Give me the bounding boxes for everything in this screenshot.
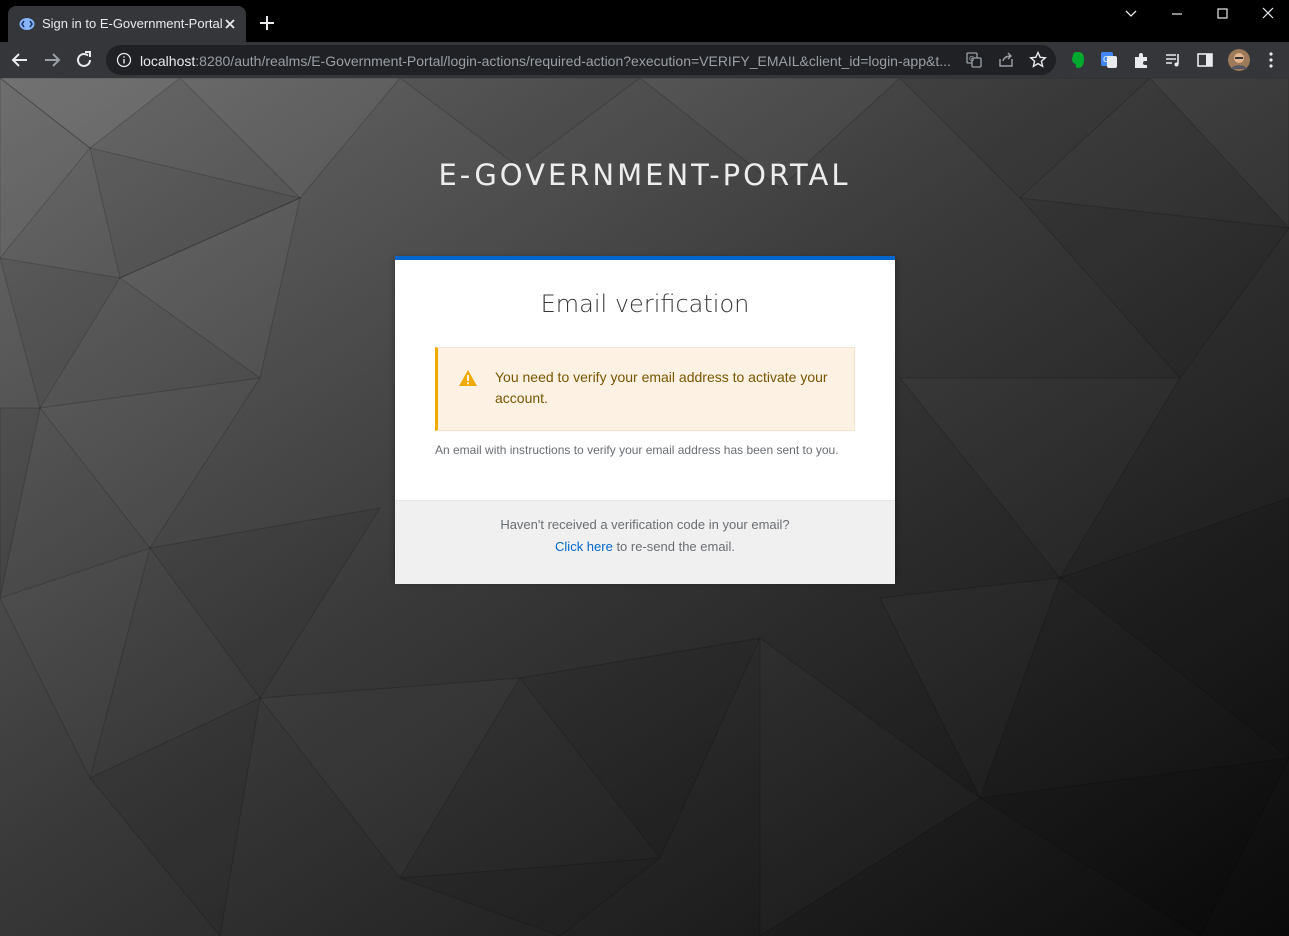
share-icon[interactable]: [996, 50, 1016, 70]
puzzle-extensions-icon[interactable]: [1131, 50, 1151, 70]
instruction-text: An email with instructions to verify you…: [435, 443, 839, 457]
resend-suffix: to re-send the email.: [612, 539, 735, 554]
login-card: Email verification You need to verify yo…: [395, 256, 895, 584]
url-host: localhost: [140, 53, 196, 69]
alert-message: You need to verify your email address to…: [495, 369, 828, 406]
svg-text:G: G: [969, 55, 974, 63]
resend-line: Click here to re-send the email.: [395, 539, 895, 554]
kebab-menu-icon[interactable]: [1261, 50, 1281, 70]
forward-arrow-icon[interactable]: [40, 48, 64, 72]
back-arrow-icon[interactable]: [8, 48, 32, 72]
page-title: Email verification: [540, 290, 750, 318]
media-queue-icon[interactable]: [1163, 50, 1183, 70]
login-page: E-GOVERNMENT-PORTAL Email verification Y…: [0, 78, 1289, 936]
translate-icon[interactable]: G: [964, 50, 984, 70]
warning-triangle-icon: [459, 370, 477, 386]
minimize-icon[interactable]: [1165, 5, 1189, 23]
new-tab-icon[interactable]: [256, 12, 278, 34]
tab-title: Sign in to E-Government-Portal: [42, 16, 223, 31]
close-window-icon[interactable]: [1256, 5, 1280, 23]
realm-title: E-GOVERNMENT-PORTAL: [438, 158, 851, 192]
tab-strip: Sign in to E-Government-Portal: [0, 0, 1289, 42]
card-footer: Haven't received a verification code in …: [395, 500, 895, 584]
resend-question: Haven't received a verification code in …: [500, 517, 790, 532]
site-info-icon[interactable]: [116, 52, 132, 68]
resend-email-link[interactable]: Click here: [555, 539, 613, 554]
bookmark-star-icon[interactable]: [1028, 50, 1048, 70]
avatar[interactable]: [1227, 48, 1251, 72]
browser-toolbar: localhost:8280/auth/realms/E-Government-…: [0, 42, 1289, 78]
tab-search-chevron-icon[interactable]: [1119, 5, 1143, 23]
google-translate-extension-icon[interactable]: G: [1099, 50, 1119, 70]
warning-alert: You need to verify your email address to…: [435, 347, 855, 431]
maximize-icon[interactable]: [1210, 5, 1234, 23]
evernote-extension-icon[interactable]: [1068, 50, 1088, 70]
svg-text:G: G: [1103, 55, 1109, 64]
address-bar[interactable]: localhost:8280/auth/realms/E-Government-…: [106, 45, 1056, 75]
reload-icon[interactable]: [72, 48, 96, 72]
keycloak-favicon-icon: [19, 18, 35, 30]
url-text: localhost:8280/auth/realms/E-Government-…: [140, 53, 960, 69]
url-path: :8280/auth/realms/E-Government-Portal/lo…: [195, 53, 951, 69]
close-tab-icon[interactable]: [220, 14, 240, 34]
side-panel-icon[interactable]: [1195, 50, 1215, 70]
browser-tab[interactable]: Sign in to E-Government-Portal: [8, 6, 246, 42]
